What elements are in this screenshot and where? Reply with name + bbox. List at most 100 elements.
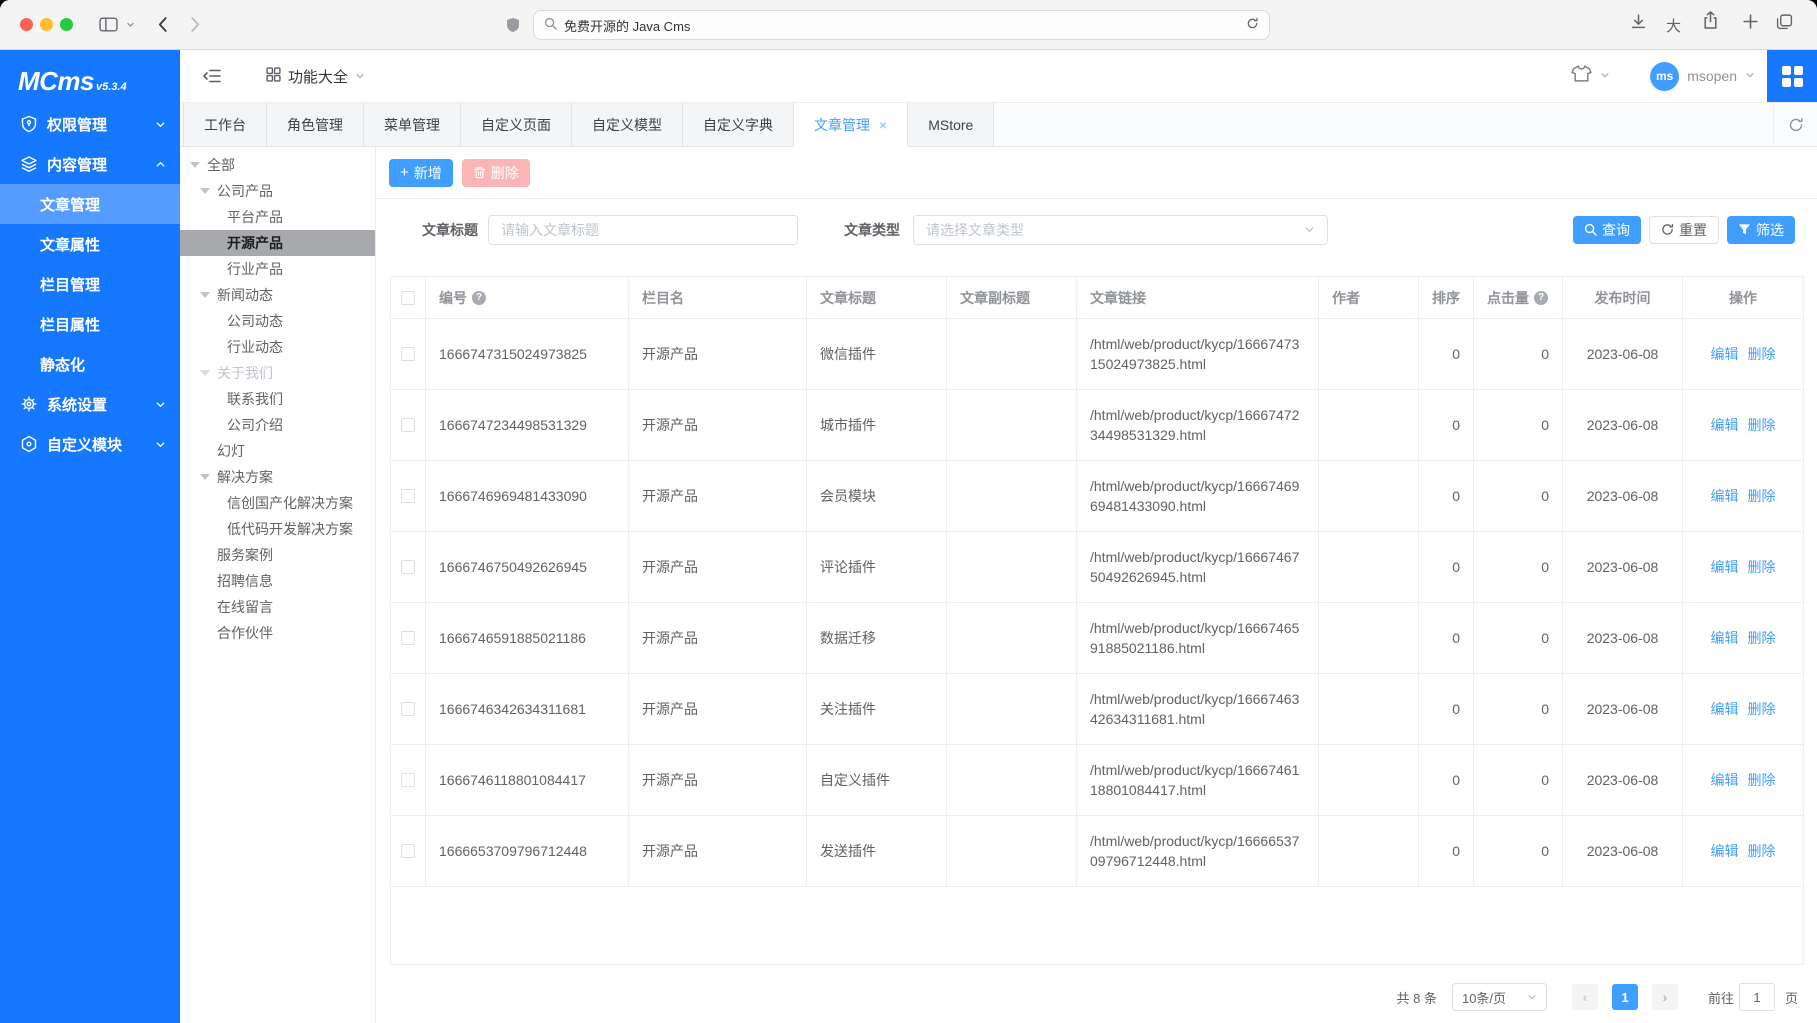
next-page-button[interactable]: ›: [1652, 984, 1678, 1010]
row-checkbox[interactable]: [401, 560, 415, 574]
row-checkbox[interactable]: [401, 347, 415, 361]
privacy-shield-icon[interactable]: [505, 17, 521, 38]
minimize-window-button[interactable]: [40, 18, 53, 31]
tree-node[interactable]: 信创国产化解决方案: [180, 490, 375, 516]
filter-button[interactable]: 筛选: [1727, 216, 1795, 244]
tree-node[interactable]: 新闻动态: [180, 282, 375, 308]
row-checkbox[interactable]: [401, 702, 415, 716]
tab-menus[interactable]: 菜单管理: [364, 103, 461, 147]
sidebar-subitem[interactable]: 静态化: [0, 344, 180, 384]
tab-articles[interactable]: 文章管理×: [794, 103, 908, 147]
tree-node[interactable]: 服务案例: [180, 542, 375, 568]
delete-link[interactable]: 删除: [1748, 486, 1776, 506]
translate-icon[interactable]: 大: [1666, 15, 1681, 36]
tree-node[interactable]: 全部: [180, 152, 375, 178]
chevron-up-icon: [155, 159, 166, 170]
help-icon[interactable]: ?: [472, 291, 486, 305]
tree-node[interactable]: 开源产品: [180, 230, 375, 256]
tab-custom-page[interactable]: 自定义页面: [461, 103, 572, 147]
sidebar-item-gear[interactable]: 系统设置: [0, 384, 180, 424]
sidebar-item-module[interactable]: 自定义模块: [0, 424, 180, 464]
column-header-label: 编号: [439, 288, 467, 308]
delete-link[interactable]: 删除: [1748, 841, 1776, 861]
help-icon[interactable]: ?: [1534, 291, 1548, 305]
row-checkbox[interactable]: [401, 773, 415, 787]
row-checkbox[interactable]: [401, 489, 415, 503]
row-checkbox[interactable]: [401, 631, 415, 645]
edit-link[interactable]: 编辑: [1711, 770, 1739, 790]
page-size-select[interactable]: 10条/页: [1452, 983, 1547, 1011]
tree-node[interactable]: 行业产品: [180, 256, 375, 282]
tree-node[interactable]: 行业动态: [180, 334, 375, 360]
theme-switcher[interactable]: [1571, 64, 1610, 88]
query-button[interactable]: 查询: [1573, 216, 1641, 244]
sidebar-item-shield[interactable]: 权限管理: [0, 104, 180, 144]
apps-grid-button[interactable]: [1767, 50, 1817, 102]
delete-link[interactable]: 删除: [1748, 699, 1776, 719]
tab-custom-model[interactable]: 自定义模型: [572, 103, 683, 147]
user-menu[interactable]: ms msopen: [1650, 62, 1755, 91]
browser-back-icon[interactable]: [157, 16, 168, 33]
tree-node[interactable]: 合作伙伴: [180, 620, 375, 646]
delete-link[interactable]: 删除: [1748, 628, 1776, 648]
article-title-input[interactable]: [488, 215, 798, 245]
tree-node[interactable]: 幻灯: [180, 438, 375, 464]
goto-page-input[interactable]: [1739, 983, 1775, 1011]
tree-node[interactable]: 公司动态: [180, 308, 375, 334]
delete-link[interactable]: 删除: [1748, 557, 1776, 577]
sidebar-subitem[interactable]: 栏目管理: [0, 264, 180, 304]
close-tab-icon[interactable]: ×: [879, 118, 887, 132]
sidebar-subitem[interactable]: 文章管理: [0, 184, 180, 224]
address-bar[interactable]: 免费开源的 Java Cms: [533, 10, 1270, 40]
tab-mstore[interactable]: MStore: [908, 103, 994, 147]
zoom-window-button[interactable]: [60, 18, 73, 31]
article-id: 1666746342634311681: [426, 674, 629, 744]
edit-link[interactable]: 编辑: [1711, 628, 1739, 648]
delete-link[interactable]: 删除: [1748, 344, 1776, 364]
chevron-down-icon[interactable]: [126, 20, 135, 29]
close-window-button[interactable]: [20, 18, 33, 31]
edit-link[interactable]: 编辑: [1711, 486, 1739, 506]
sidebar-subitem[interactable]: 文章属性: [0, 224, 180, 264]
sidebar-item-layers[interactable]: 内容管理: [0, 144, 180, 184]
nav-function-menu[interactable]: 功能大全: [266, 66, 365, 87]
tree-node[interactable]: 公司产品: [180, 178, 375, 204]
tab-custom-dict[interactable]: 自定义字典: [683, 103, 794, 147]
share-icon[interactable]: [1702, 10, 1719, 35]
delete-link[interactable]: 删除: [1748, 415, 1776, 435]
sidebar-subitem[interactable]: 栏目属性: [0, 304, 180, 344]
page-number-button[interactable]: 1: [1612, 984, 1638, 1010]
new-tab-icon[interactable]: [1742, 13, 1759, 35]
tree-node[interactable]: 招聘信息: [180, 568, 375, 594]
tree-node[interactable]: 联系我们: [180, 386, 375, 412]
tab-roles[interactable]: 角色管理: [267, 103, 364, 147]
edit-link[interactable]: 编辑: [1711, 699, 1739, 719]
tree-node[interactable]: 平台产品: [180, 204, 375, 230]
tree-node[interactable]: 公司介绍: [180, 412, 375, 438]
tree-node[interactable]: 解决方案: [180, 464, 375, 490]
tree-node[interactable]: 关于我们: [180, 360, 375, 386]
sidebar-toggle-icon[interactable]: [99, 17, 118, 32]
browser-forward-icon[interactable]: [190, 16, 201, 33]
reload-icon[interactable]: [1246, 17, 1259, 33]
download-icon[interactable]: [1630, 13, 1647, 35]
edit-link[interactable]: 编辑: [1711, 841, 1739, 861]
edit-link[interactable]: 编辑: [1711, 557, 1739, 577]
edit-link[interactable]: 编辑: [1711, 415, 1739, 435]
article-type-select[interactable]: 请选择文章类型: [913, 215, 1328, 245]
row-checkbox[interactable]: [401, 418, 415, 432]
tab-overview-icon[interactable]: [1776, 13, 1793, 35]
refresh-page-icon[interactable]: [1773, 103, 1817, 146]
row-checkbox[interactable]: [401, 844, 415, 858]
tree-node[interactable]: 在线留言: [180, 594, 375, 620]
add-button[interactable]: +新增: [389, 159, 453, 187]
prev-page-button[interactable]: ‹: [1572, 984, 1598, 1010]
tree-node[interactable]: 低代码开发解决方案: [180, 516, 375, 542]
delete-button[interactable]: 删除: [462, 159, 530, 187]
delete-link[interactable]: 删除: [1748, 770, 1776, 790]
edit-link[interactable]: 编辑: [1711, 344, 1739, 364]
select-all-checkbox[interactable]: [401, 291, 415, 305]
reset-button[interactable]: 重置: [1649, 216, 1719, 244]
tab-workbench[interactable]: 工作台: [183, 103, 267, 147]
collapse-sidebar-icon[interactable]: [202, 68, 222, 84]
